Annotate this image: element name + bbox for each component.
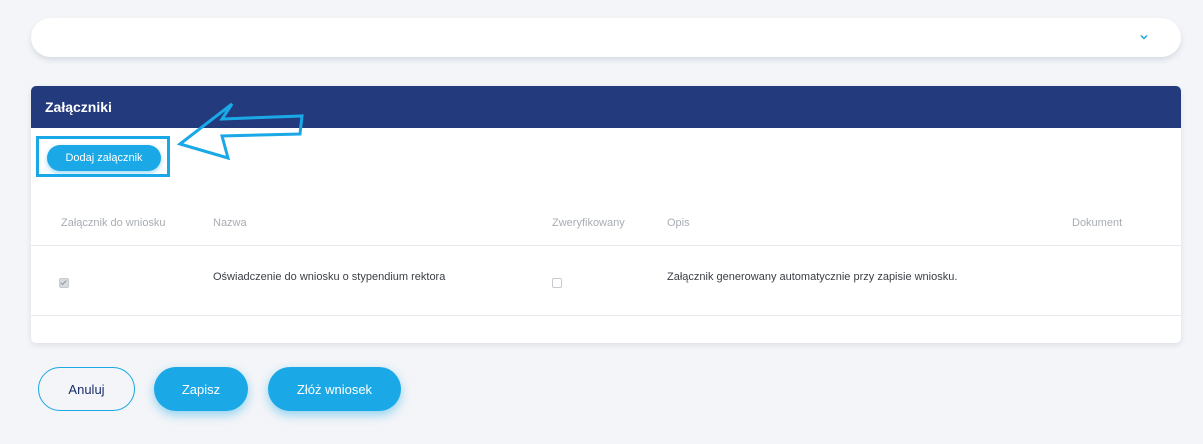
table-row-divider	[31, 315, 1181, 316]
annotation-highlight-box	[36, 136, 170, 177]
column-header-name: Nazwa	[213, 217, 247, 229]
submit-application-button[interactable]: Złóż wniosek	[268, 367, 401, 411]
attachment-description: Załącznik generowany automatycznie przy …	[667, 271, 958, 283]
save-button[interactable]: Zapisz	[154, 367, 248, 411]
attachment-verified-checkbox[interactable]	[552, 278, 562, 288]
column-header-attachment: Załącznik do wniosku	[61, 217, 166, 229]
column-header-description: Opis	[667, 217, 690, 229]
column-header-document: Dokument	[1072, 217, 1123, 229]
column-header-verified: Zweryfikowany	[552, 217, 625, 229]
arrow-left-icon	[176, 102, 304, 161]
cancel-button[interactable]: Anuluj	[38, 367, 135, 411]
chevron-down-icon[interactable]	[1137, 30, 1151, 44]
attachment-name: Oświadczenie do wniosku o stypendium rek…	[213, 271, 446, 283]
table-header-divider	[31, 245, 1181, 246]
collapsed-section-bar[interactable]	[31, 18, 1181, 57]
attachment-included-checkbox[interactable]	[59, 278, 69, 288]
